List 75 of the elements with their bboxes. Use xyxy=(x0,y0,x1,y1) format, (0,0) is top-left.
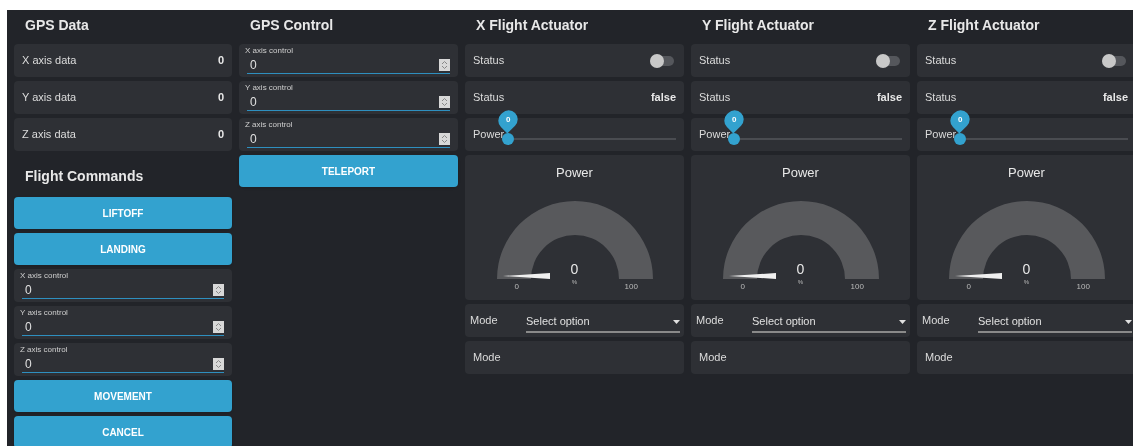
number-input[interactable]: X axis control 0 xyxy=(239,44,458,77)
input-label: X axis control xyxy=(245,46,295,56)
dropdown-caret-icon xyxy=(1125,319,1132,324)
status-value: false xyxy=(1102,90,1128,106)
status-value: false xyxy=(876,90,902,106)
status-label: Status xyxy=(473,90,506,106)
input-value: 0 xyxy=(249,56,258,74)
gauge-max: 100 xyxy=(850,280,864,293)
gauge-min: 0 xyxy=(740,280,745,293)
input-value: 0 xyxy=(24,355,33,373)
gauge-min: 0 xyxy=(514,280,519,293)
input-value: 0 xyxy=(249,130,258,148)
gauge-title: Power xyxy=(1008,164,1045,182)
input-label: X axis control xyxy=(20,271,70,281)
number-input[interactable]: X axis control 0 xyxy=(14,269,232,302)
toggle-switch[interactable] xyxy=(876,55,900,66)
number-input[interactable]: Y axis control 0 xyxy=(239,81,458,114)
axis-label: X axis data xyxy=(22,53,78,69)
gauge-value: 0 xyxy=(1021,259,1032,279)
input-label: Z axis control xyxy=(245,120,294,130)
status-label: Status xyxy=(699,90,732,106)
axis-value: 0 xyxy=(217,127,224,143)
status-label: Status xyxy=(925,53,958,69)
spinner-icon[interactable] xyxy=(439,58,450,71)
section-title: Z Flight Actuator xyxy=(928,15,1040,35)
spinner-icon[interactable] xyxy=(439,132,450,145)
status-label: Status xyxy=(699,53,732,69)
spinner-icon[interactable] xyxy=(213,283,224,296)
axis-value: 0 xyxy=(217,90,224,106)
mode-label: Mode xyxy=(925,350,953,366)
dropdown-caret-icon xyxy=(673,319,680,324)
slider-thumb[interactable] xyxy=(502,132,515,145)
axis-label: Y axis data xyxy=(22,90,78,106)
select-field[interactable]: Select option xyxy=(978,312,1132,333)
spinner-icon[interactable] xyxy=(213,357,224,370)
number-input[interactable]: Z axis control 0 xyxy=(14,343,232,376)
section-title: Flight Commands xyxy=(25,166,144,186)
gauge-value: 0 xyxy=(795,259,806,279)
spinner-icon[interactable] xyxy=(439,95,450,108)
input-label: Y axis control xyxy=(20,308,69,318)
input-label: Z axis control xyxy=(20,345,69,355)
toggle-switch[interactable] xyxy=(1102,55,1126,66)
gauge-value: 0 xyxy=(569,259,580,279)
number-input[interactable]: Y axis control 0 xyxy=(14,306,232,339)
axis-label: Z axis data xyxy=(22,127,77,143)
gauge-min: 0 xyxy=(966,280,971,293)
spinner-icon[interactable] xyxy=(213,320,224,333)
select-label: Mode xyxy=(696,313,725,329)
gauge-max: 100 xyxy=(624,280,638,293)
input-value: 0 xyxy=(24,318,33,336)
section-title: GPS Control xyxy=(250,15,334,35)
status-label: Status xyxy=(925,90,958,106)
select-field[interactable]: Select option xyxy=(526,312,680,333)
slider-thumb[interactable] xyxy=(954,132,967,145)
select-field[interactable]: Select option xyxy=(752,312,906,333)
mode-label: Mode xyxy=(699,350,727,366)
mode-label: Mode xyxy=(473,350,501,366)
input-value: 0 xyxy=(24,281,33,299)
input-value: 0 xyxy=(249,93,258,111)
select-label: Mode xyxy=(922,313,951,329)
slider-thumb[interactable] xyxy=(728,132,741,145)
gauge-title: Power xyxy=(782,164,819,182)
axis-value: 0 xyxy=(217,53,224,69)
select-label: Mode xyxy=(470,313,499,329)
toggle-switch[interactable] xyxy=(650,55,674,66)
section-title: X Flight Actuator xyxy=(476,15,589,35)
input-label: Y axis control xyxy=(245,83,294,93)
section-title: GPS Data xyxy=(25,15,89,35)
gauge-max: 100 xyxy=(1076,280,1090,293)
status-value: false xyxy=(650,90,676,106)
gauge-title: Power xyxy=(556,164,593,182)
number-input[interactable]: Z axis control 0 xyxy=(239,118,458,151)
dropdown-caret-icon xyxy=(899,319,906,324)
section-title: Y Flight Actuator xyxy=(702,15,814,35)
status-label: Status xyxy=(473,53,506,69)
